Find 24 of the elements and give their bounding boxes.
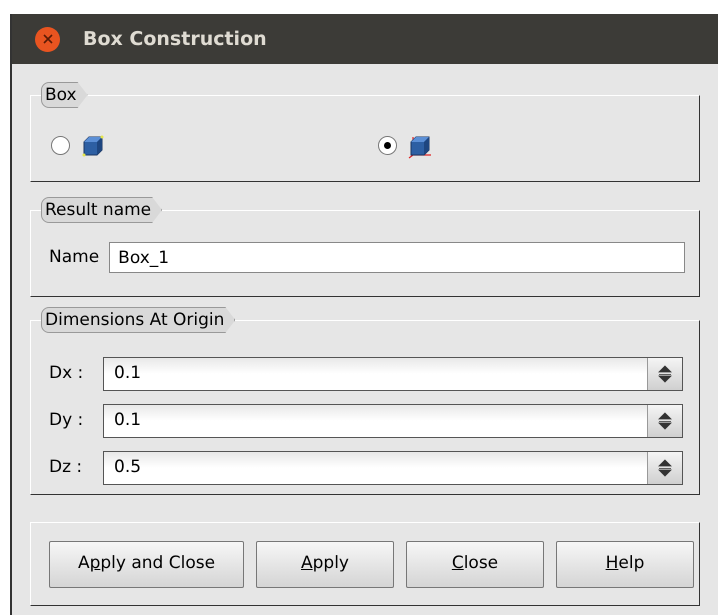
- field-label: Dz :: [49, 456, 84, 480]
- close-icon: [42, 34, 52, 44]
- field-label: Dy :: [49, 409, 84, 432]
- field-label: Name: [49, 246, 100, 269]
- dialog-button[interactable]: Apply and Close: [49, 540, 244, 588]
- dialog-button[interactable]: Apply: [256, 540, 394, 588]
- name-field[interactable]: Box_1: [109, 242, 685, 273]
- spin-arrows-icon: [658, 412, 672, 430]
- spin-arrows-icon: [658, 365, 672, 383]
- field-label: Dx :: [49, 362, 84, 386]
- dialog-button[interactable]: Help: [556, 540, 694, 588]
- group-title: Dimensions At Origin: [41, 307, 236, 333]
- spin-arrows-icon: [658, 459, 672, 477]
- spin-box[interactable]: 0.5: [103, 451, 683, 485]
- group-title: Result name: [41, 197, 162, 223]
- spin-box[interactable]: 0.1: [103, 357, 683, 391]
- dialog-button[interactable]: Close: [406, 540, 544, 588]
- radio-button[interactable]: [378, 136, 397, 155]
- group-title: Box: [41, 82, 88, 108]
- cube-icon: [80, 132, 106, 158]
- close-button[interactable]: [35, 26, 60, 52]
- window-title: Box Construction: [83, 26, 267, 52]
- radio-button[interactable]: [51, 136, 70, 155]
- spin-box[interactable]: 0.1: [103, 404, 683, 438]
